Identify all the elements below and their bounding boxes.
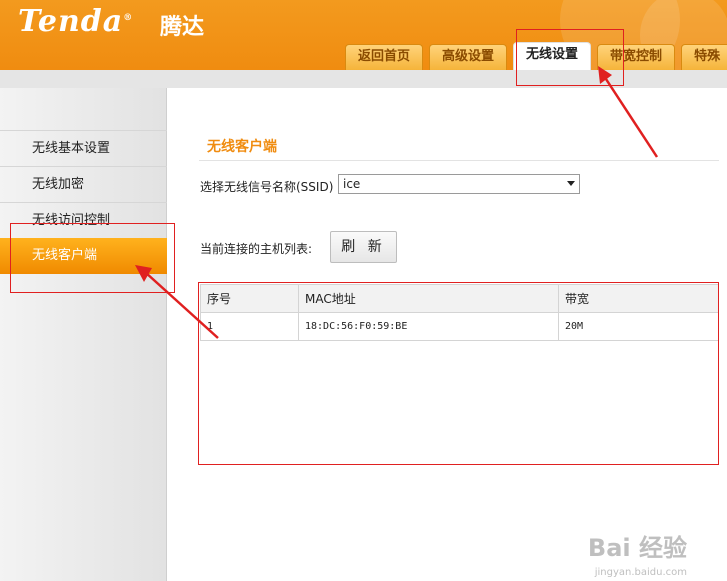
- watermark-logo: Bai 经验: [587, 534, 687, 562]
- annotation-arrows: [135, 66, 659, 339]
- arrow-line: [602, 75, 659, 158]
- arrow-head: [598, 66, 612, 84]
- arrow-head: [135, 265, 152, 282]
- watermark-url: jingyan.baidu.com: [594, 567, 687, 578]
- arrow-line: [144, 271, 219, 339]
